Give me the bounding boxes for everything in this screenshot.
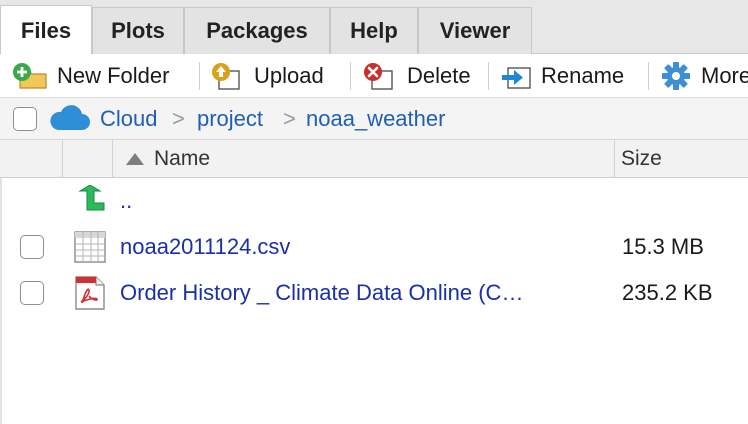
upload-button[interactable]: Upload [209,54,324,98]
new-folder-button[interactable]: New Folder [12,54,169,98]
file-link-parent[interactable]: .. [120,178,132,224]
breadcrumb: Cloud > project > noaa_weather [0,98,748,140]
toolbar-divider [488,62,489,90]
table-row: Order History _ Climate Data Online (C… … [0,270,748,316]
toolbar-divider [350,62,351,90]
delete-button[interactable]: Delete [362,54,471,98]
table-row: .. [0,178,748,224]
tab-label: Help [350,18,398,43]
breadcrumb-separator: > [172,106,185,131]
rename-label: Rename [541,63,625,88]
tab-label: Viewer [439,18,511,43]
column-divider [62,140,63,178]
pdf-icon [75,276,105,310]
rename-button[interactable]: Rename [500,54,624,98]
tab-plots[interactable]: Plots [92,7,184,54]
file-size: 15.3 MB [622,234,704,259]
new-folder-label: New Folder [57,63,170,88]
row-checkbox[interactable] [20,281,44,305]
sort-ascending-icon [126,153,144,165]
parent-folder-icon [78,185,105,211]
file-link-csv[interactable]: noaa2011124.csv [120,224,290,270]
file-link-pdf[interactable]: Order History _ Climate Data Online (C… [120,270,598,316]
row-checkbox[interactable] [20,235,44,259]
delete-icon [364,63,393,90]
name-column-label: Name [154,147,211,170]
delete-label: Delete [407,63,471,88]
table-row: noaa2011124.csv 15.3 MB [0,224,748,270]
select-all-checkbox[interactable] [13,107,37,131]
column-divider [112,140,113,178]
breadcrumb-item-noaa-weather[interactable]: noaa_weather [306,98,445,140]
tab-label: Packages [206,18,308,43]
size-column-label: Size [621,147,662,170]
tab-label: Files [20,17,72,43]
breadcrumb-item-cloud[interactable]: Cloud [100,98,157,140]
breadcrumb-separator: > [283,106,296,131]
file-size: 235.2 KB [622,280,713,305]
rename-icon [502,67,531,89]
cloud-icon [50,105,90,130]
size-column-header[interactable]: Size [621,140,662,178]
file-list-header: Name Size [0,140,748,178]
new-folder-icon [13,63,47,89]
pane-left-border [0,178,2,424]
pane-tab-bar: Files Plots Packages Help Viewer [0,0,748,55]
tab-packages[interactable]: Packages [184,7,330,54]
more-button[interactable]: More [660,54,748,98]
more-label: More [701,63,748,88]
tab-viewer[interactable]: Viewer [418,7,532,54]
upload-label: Upload [254,63,324,88]
files-toolbar: New Folder Upload Delete Rename More [0,54,748,98]
breadcrumb-item-project[interactable]: project [197,98,263,140]
column-divider [614,140,615,178]
tab-files[interactable]: Files [0,5,92,55]
tab-label: Plots [111,18,165,43]
upload-icon [212,63,240,90]
tab-help[interactable]: Help [330,7,418,54]
name-column-header[interactable]: Name [124,140,210,178]
toolbar-divider [199,62,200,90]
csv-table-icon [74,231,106,263]
toolbar-divider [648,62,649,90]
gear-icon [662,62,690,90]
